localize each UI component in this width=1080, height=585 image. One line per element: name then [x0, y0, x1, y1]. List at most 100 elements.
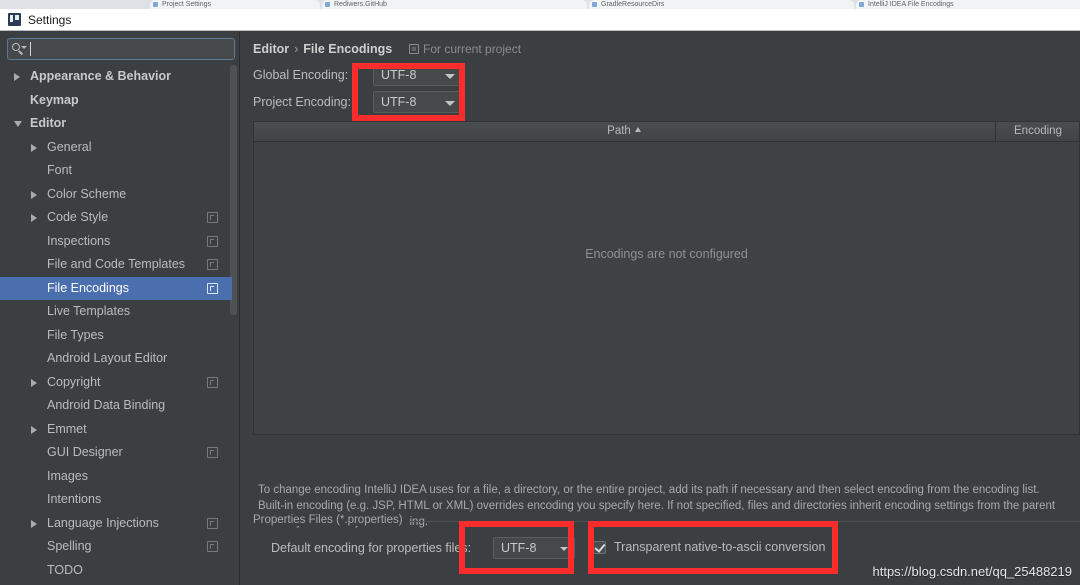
- sidebar-item-live-templates[interactable]: Live Templates: [0, 300, 232, 324]
- expand-arrow-icon[interactable]: [31, 214, 37, 222]
- sidebar-item-label: Emmet: [47, 421, 87, 436]
- browser-tab[interactable]: Rediwers.GitHub: [322, 0, 587, 9]
- project-encoding-value: UTF-8: [381, 95, 417, 109]
- sidebar-item-label: File Types: [47, 327, 104, 342]
- expand-arrow-icon[interactable]: [31, 143, 37, 152]
- encodings-table-body[interactable]: Encodings are not configured: [253, 142, 1080, 435]
- project-scope-icon: [409, 44, 419, 54]
- browser-tab[interactable]: Project Settings: [150, 0, 320, 9]
- scope-note: For current project: [409, 42, 522, 56]
- sidebar-item-label: File and Code Templates: [47, 257, 186, 271]
- sidebar-item-label: Code Style: [47, 210, 109, 224]
- sidebar-item-label: Android Layout Editor: [47, 351, 168, 365]
- sidebar-item-emmet[interactable]: Emmet: [0, 418, 232, 442]
- window-title: Settings: [28, 13, 72, 27]
- sidebar-item-android-layout-editor[interactable]: Android Layout Editor: [0, 347, 232, 371]
- settings-tree: Appearance & Behavior Keymap Editor Gene…: [0, 65, 232, 585]
- settings-window: Project Settings Rediwers.GitHub GradleR…: [0, 0, 1080, 585]
- chevron-down-icon: [560, 547, 568, 551]
- sort-ascending-icon: [634, 127, 641, 132]
- project-scope-icon: [207, 541, 218, 552]
- transparent-conversion-label: Transparent native-to-ascii conversion: [614, 540, 826, 554]
- sidebar-item-editor[interactable]: Editor: [0, 112, 232, 136]
- project-scope-icon: [207, 282, 218, 294]
- breadcrumb: Editor › File Encodings: [253, 42, 392, 56]
- sidebar-item-file-encodings[interactable]: File Encodings: [0, 276, 232, 300]
- browser-tab[interactable]: IntelliJ IDEA File Encodings: [856, 0, 1080, 9]
- sidebar-item-label: TODO: [47, 562, 83, 577]
- sidebar-item-font[interactable]: Font: [0, 159, 232, 183]
- expand-arrow-icon[interactable]: [31, 190, 37, 199]
- search-icon: [12, 42, 27, 56]
- search-field[interactable]: [7, 38, 235, 60]
- sidebar-item-copyright[interactable]: Copyright: [0, 371, 232, 395]
- sidebar-item-images[interactable]: Images: [0, 465, 232, 489]
- scope-note-label: For current project: [423, 42, 522, 56]
- sidebar-item-todo[interactable]: TODO: [0, 559, 232, 583]
- chevron-down-icon: [445, 74, 455, 79]
- browser-tab-strip: Project Settings Rediwers.GitHub GradleR…: [0, 0, 1080, 9]
- browser-tab[interactable]: GradleResourceDirs: [589, 0, 854, 9]
- sidebar-item-label: Language Injections: [47, 515, 159, 530]
- sidebar-item-appearance-behavior[interactable]: Appearance & Behavior: [0, 65, 232, 89]
- sidebar-item-file-and-code-templates[interactable]: File and Code Templates: [0, 253, 232, 277]
- sidebar-item-label: Font: [47, 163, 73, 177]
- sidebar-item-label: Spelling: [47, 539, 92, 553]
- column-header-encoding-label: Encoding: [1014, 125, 1062, 137]
- sidebar-item-label: Editor: [30, 116, 67, 130]
- sidebar-item-intentions[interactable]: Intentions: [0, 488, 232, 512]
- sidebar-item-label: Keymap: [30, 92, 79, 107]
- sidebar-item-file-types[interactable]: File Types: [0, 324, 232, 348]
- properties-encoding-dropdown[interactable]: UTF-8: [493, 537, 575, 559]
- transparent-conversion-checkbox[interactable]: [593, 541, 606, 554]
- table-empty-message: Encodings are not configured: [585, 247, 748, 261]
- project-scope-icon: [207, 212, 218, 223]
- sidebar-item-label: Android Data Binding: [47, 398, 166, 412]
- chevron-down-icon: [21, 46, 27, 49]
- global-encoding-value: UTF-8: [381, 68, 417, 82]
- encodings-table-header: Path Encoding: [253, 121, 1080, 142]
- sidebar-item-android-data-binding[interactable]: Android Data Binding: [0, 394, 232, 418]
- default-encoding-label: Default encoding for properties files:: [271, 541, 472, 555]
- properties-encoding-value: UTF-8: [501, 541, 537, 555]
- expand-arrow-icon[interactable]: [31, 378, 37, 387]
- sidebar-item-gui-designer[interactable]: GUI Designer: [0, 441, 232, 465]
- sidebar-item-color-scheme[interactable]: Color Scheme: [0, 183, 232, 207]
- breadcrumb-separator: ›: [294, 42, 299, 56]
- project-scope-icon: [207, 235, 218, 247]
- properties-section-title: Properties Files (*.properties): [253, 514, 409, 526]
- sidebar-item-inspections[interactable]: Inspections: [0, 230, 232, 254]
- collapse-arrow-icon[interactable]: [14, 121, 22, 127]
- expand-arrow-icon[interactable]: [31, 425, 37, 434]
- sidebar-item-spelling[interactable]: Spelling: [0, 535, 232, 559]
- intellij-idea-icon: [8, 13, 21, 26]
- sidebar-item-label: GUI Designer: [47, 445, 123, 459]
- sidebar-item-label: Color Scheme: [47, 186, 127, 201]
- sidebar-item-label: Intentions: [47, 492, 102, 506]
- global-encoding-label: Global Encoding:: [253, 68, 349, 82]
- breadcrumb-root[interactable]: Editor: [253, 42, 289, 56]
- project-scope-icon: [207, 447, 218, 458]
- sidebar-item-keymap[interactable]: Keymap: [0, 89, 232, 113]
- sidebar-item-language-injections[interactable]: Language Injections: [0, 512, 232, 536]
- project-scope-icon: [207, 376, 218, 388]
- chevron-down-icon: [445, 101, 455, 106]
- column-header-path-label: Path: [607, 125, 631, 137]
- expand-arrow-icon[interactable]: [31, 519, 37, 528]
- watermark: https://blog.csdn.net/qq_25488219: [872, 564, 1073, 579]
- sidebar-item-label: Images: [47, 468, 88, 483]
- column-header-encoding[interactable]: Encoding: [995, 122, 1080, 141]
- project-encoding-dropdown[interactable]: UTF-8: [373, 91, 465, 113]
- sidebar-item-code-style[interactable]: Code Style: [0, 206, 232, 230]
- column-header-path[interactable]: Path: [254, 122, 994, 141]
- sidebar-item-label: Copyright: [47, 374, 101, 389]
- sidebar-item-label: General: [47, 139, 92, 154]
- settings-main-panel: Editor › File Encodings For current projec…: [241, 32, 1080, 585]
- expand-arrow-icon[interactable]: [14, 73, 20, 81]
- project-scope-icon: [207, 259, 218, 270]
- sidebar-item-label: Live Templates: [47, 304, 131, 318]
- global-encoding-dropdown[interactable]: UTF-8: [373, 64, 465, 86]
- sidebar-item-label: Appearance & Behavior: [30, 69, 172, 83]
- sidebar-item-general[interactable]: General: [0, 136, 232, 160]
- settings-sidebar: Appearance & Behavior Keymap Editor Gene…: [0, 32, 240, 585]
